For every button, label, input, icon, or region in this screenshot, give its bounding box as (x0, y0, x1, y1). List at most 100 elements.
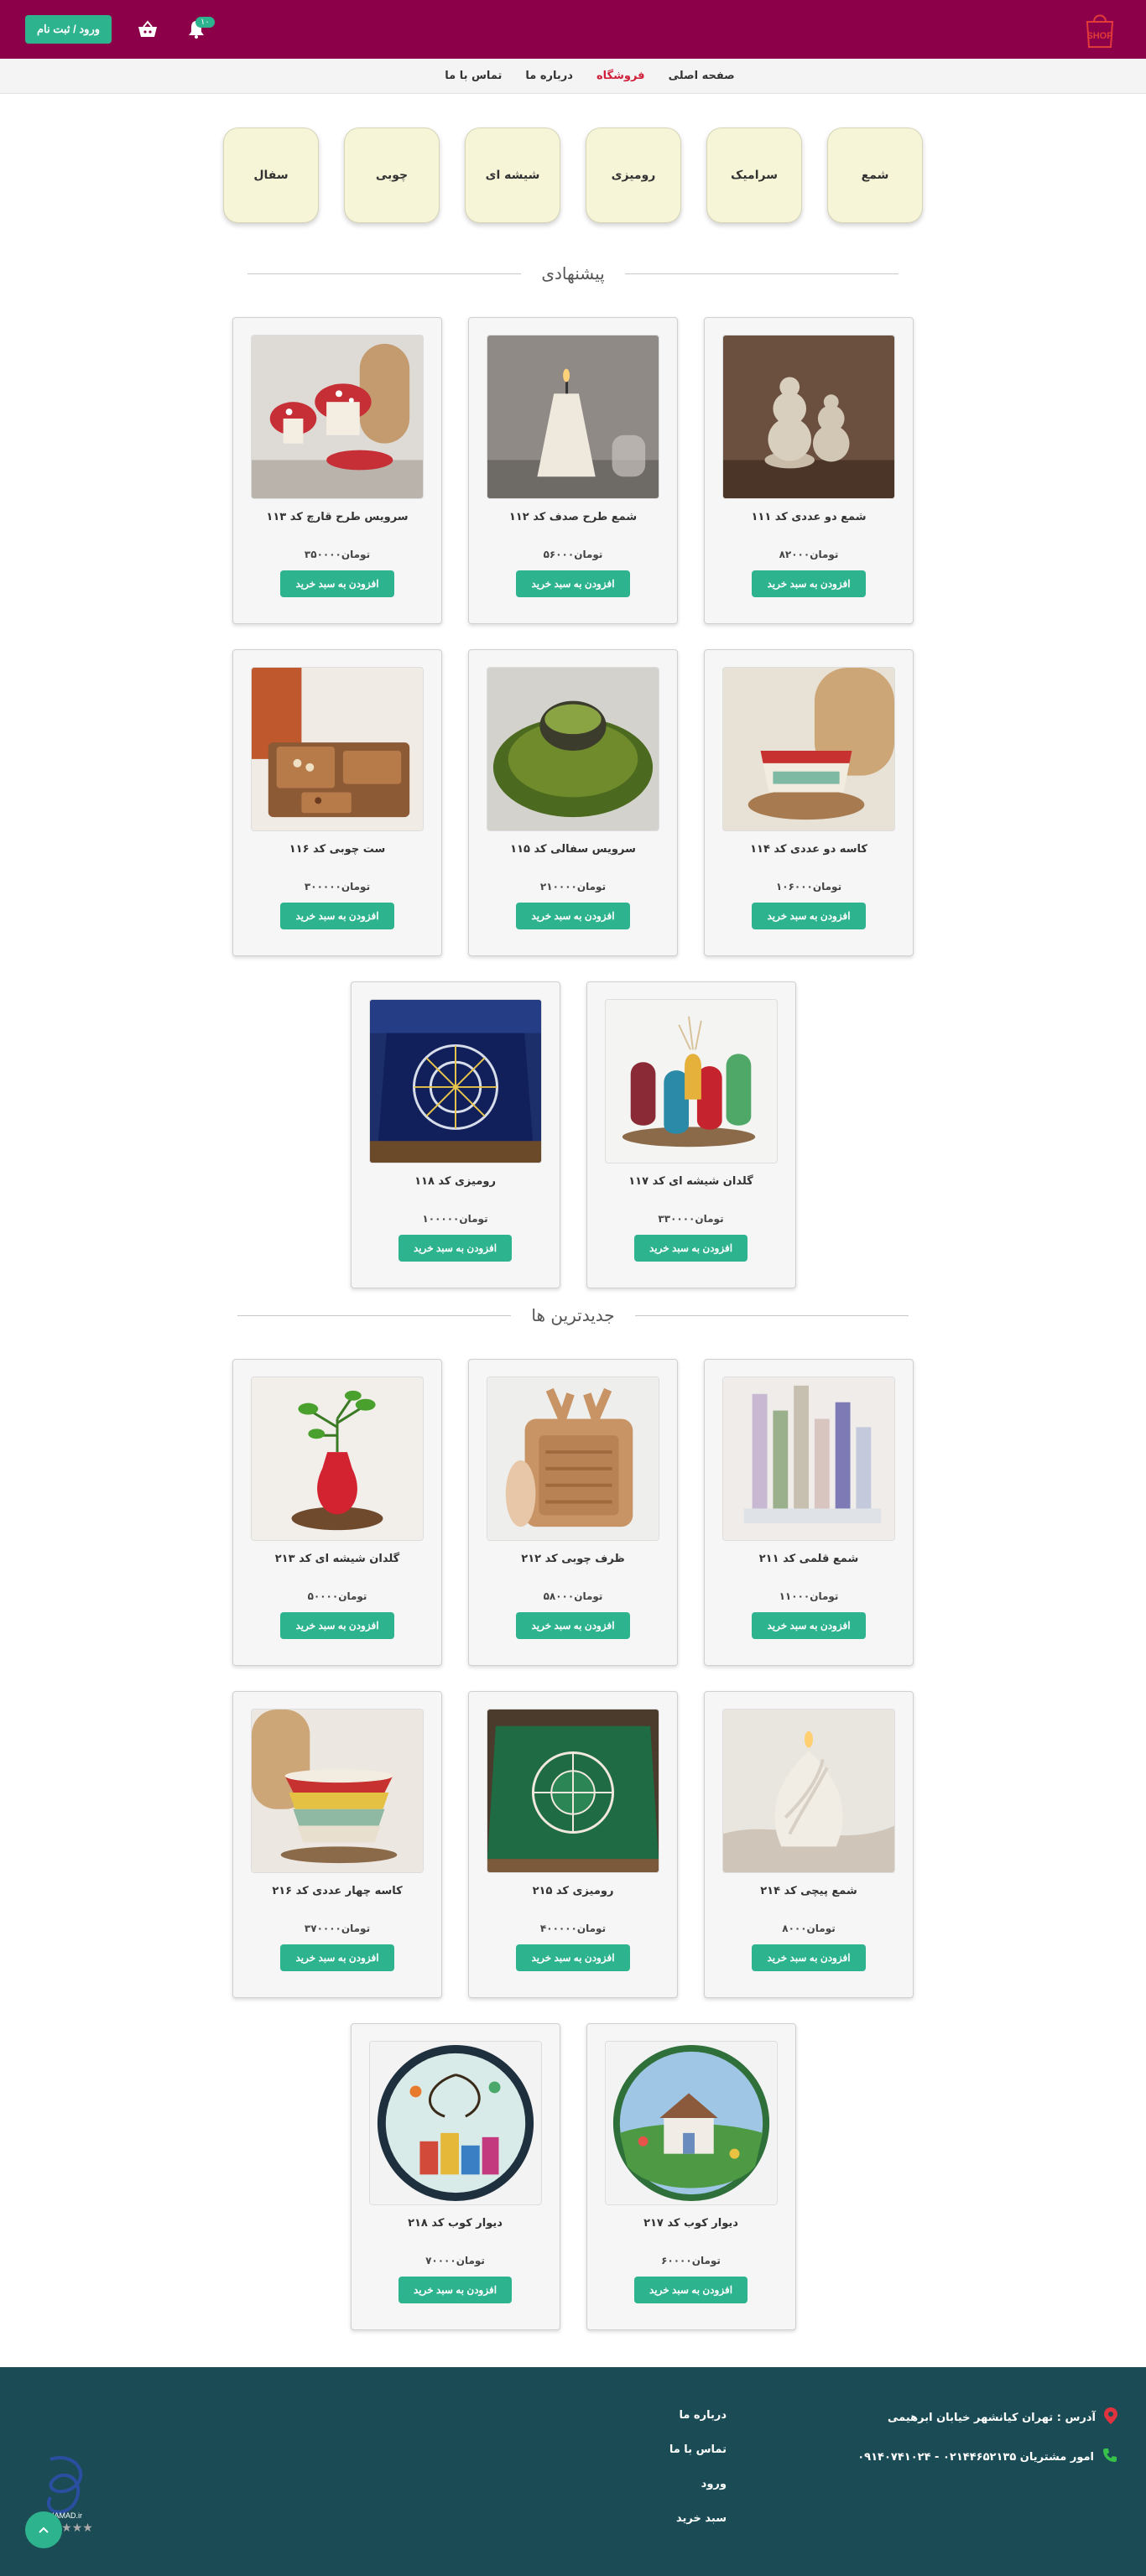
rating-stars-icon: ★★★ (61, 2521, 93, 2535)
footer-link[interactable]: درباره ما (626, 2409, 727, 2422)
add-to-cart-button[interactable]: افزودن به سبد خرید (752, 903, 866, 929)
product-row: دیوار کوب کد ۲۱۷ تومان۶۰۰۰۰ افزودن به سبد … (232, 2023, 914, 2330)
product-card: شمع قلمی کد ۲۱۱ تومان۱۱۰۰۰ افزودن به سبد خ… (704, 1359, 914, 1666)
product-image[interactable] (722, 1709, 895, 1873)
heading-divider (237, 1314, 512, 1316)
add-to-cart-button[interactable]: افزودن به سبد خرید (398, 2277, 513, 2303)
add-to-cart-button[interactable]: افزودن به سبد خرید (752, 1612, 866, 1639)
product-name[interactable]: گلدان شیشه ای کد ۱۱۷ (628, 1175, 753, 1188)
site-footer: آدرس : تهران کیانشهر خیابان ابرهیمی امور… (0, 2367, 1146, 2576)
product-card: دیوار کوب کد ۲۱۷ تومان۶۰۰۰۰ افزودن به سبد … (586, 2023, 796, 2330)
newest-heading: جدیدترین ها (237, 1305, 909, 1325)
product-image[interactable] (368, 999, 542, 1163)
product-name[interactable]: کاسه دو عددی کد ۱۱۴ (750, 843, 867, 856)
newest-title: جدیدترین ها (531, 1305, 615, 1325)
product-price: تومان۷۰۰۰۰ (425, 2255, 485, 2266)
header-actions: ورود / ثبت نام ۱۰ (25, 15, 215, 44)
product-price: تومان۵۸۰۰۰ (543, 1590, 603, 1602)
product-name[interactable]: شمع دو عددی کد ۱۱۱ (751, 511, 866, 523)
product-price: تومان۱۰۰۰۰۰ (422, 1213, 488, 1225)
chevron-up-icon (39, 2527, 49, 2533)
product-image[interactable] (368, 2041, 542, 2205)
product-image[interactable] (722, 667, 895, 831)
add-to-cart-button[interactable]: افزودن به سبد خرید (516, 570, 630, 597)
product-name[interactable]: دیوار کوب کد ۲۱۷ (643, 2217, 738, 2230)
product-card: دیوار کوب کد ۲۱۸ تومان۷۰۰۰۰ افزودن به سبد … (350, 2023, 560, 2330)
add-to-cart-button[interactable]: افزودن به سبد خرید (752, 1944, 866, 1971)
product-name[interactable]: شمع طرح صدف کد ۱۱۲ (509, 511, 637, 523)
product-image[interactable] (251, 1709, 424, 1873)
product-image[interactable] (487, 1376, 659, 1541)
category-tile[interactable]: سرامیک (706, 127, 802, 223)
product-image[interactable] (251, 335, 424, 499)
scroll-to-top-button[interactable] (25, 2511, 62, 2548)
add-to-cart-button[interactable]: افزودن به سبد خرید (633, 1235, 748, 1262)
product-image[interactable] (251, 1376, 424, 1541)
footer-contact-info: آدرس : تهران کیانشهر خیابان ابرهیمی امور… (857, 2407, 1117, 2486)
product-name[interactable]: گلدان شیشه ای کد ۲۱۳ (275, 1553, 400, 1565)
category-tile[interactable]: چوبی (344, 127, 440, 223)
logo-text: SHOP (1086, 31, 1112, 41)
add-to-cart-button[interactable]: افزودن به سبد خرید (516, 1944, 630, 1971)
add-to-cart-button[interactable]: افزودن به سبد خرید (280, 903, 394, 929)
add-to-cart-button[interactable]: افزودن به سبد خرید (633, 2277, 748, 2303)
product-name[interactable]: کاسه چهار عددی کد ۲۱۶ (272, 1885, 402, 1897)
category-tile[interactable]: رومیزی (586, 127, 681, 223)
footer-link[interactable]: ورود (626, 2478, 727, 2490)
product-card: گلدان شیشه ای کد ۱۱۷ تومان۳۳۰۰۰۰ افزودن به… (586, 981, 796, 1288)
notification-bell-icon[interactable]: ۱۰ (184, 17, 215, 42)
product-image[interactable] (604, 999, 778, 1163)
add-to-cart-button[interactable]: افزودن به سبد خرید (280, 1612, 394, 1639)
nav-link-2[interactable]: درباره ما (525, 70, 573, 82)
suggested-heading: پیشنهادی (247, 263, 899, 284)
product-card: شمع دو عددی کد ۱۱۱ تومان۸۲۰۰۰ افزودن به سب… (704, 317, 914, 624)
add-to-cart-button[interactable]: افزودن به سبد خرید (280, 1944, 394, 1971)
nav-link-1[interactable]: فروشگاه (596, 70, 645, 82)
product-image[interactable] (487, 667, 659, 831)
add-to-cart-button[interactable]: افزودن به سبد خرید (280, 570, 394, 597)
nav-link-3[interactable]: تماس با ما (445, 70, 502, 82)
product-card: رومیزی کد ۱۱۸ تومان۱۰۰۰۰۰ افزودن به سبد خر… (350, 981, 560, 1288)
product-price: تومان۵۶۰۰۰ (543, 549, 603, 560)
product-card: کاسه دو عددی کد ۱۱۴ تومان۱۰۶۰۰۰ افزودن به … (704, 649, 914, 956)
add-to-cart-button[interactable]: افزودن به سبد خرید (516, 903, 630, 929)
nav-link-0[interactable]: صفحه اصلی (669, 70, 735, 82)
product-card: رومیزی کد ۲۱۵ تومان۴۰۰۰۰۰ افزودن به سبد خر… (468, 1691, 678, 1998)
product-image[interactable] (251, 667, 424, 831)
add-to-cart-button[interactable]: افزودن به سبد خرید (752, 570, 866, 597)
product-image[interactable] (722, 335, 895, 499)
product-card: ظرف چوبی کد ۲۱۲ تومان۵۸۰۰۰ افزودن به سبد خ… (468, 1359, 678, 1666)
footer-link[interactable]: تماس با ما (626, 2443, 727, 2456)
product-name[interactable]: سرویس طرح قارچ کد ۱۱۳ (266, 511, 408, 523)
footer-phone: امور مشتریان ۰۲۱۴۴۶۵۲۱۳۵ - ۰۹۱۴۰۷۴۱۰۲۴ (857, 2448, 1117, 2466)
product-image[interactable] (487, 1709, 659, 1873)
product-image[interactable] (722, 1376, 895, 1541)
product-name[interactable]: ظرف چوبی کد ۲۱۲ (521, 1553, 624, 1565)
product-name[interactable]: شمع پیچی کد ۲۱۴ (760, 1885, 857, 1897)
product-image[interactable] (604, 2041, 778, 2205)
location-pin-icon (1104, 2407, 1117, 2428)
product-name[interactable]: دیوار کوب کد ۲۱۸ (408, 2217, 503, 2230)
top-header: ورود / ثبت نام ۱۰ SHOP (0, 0, 1146, 59)
product-name[interactable]: رومیزی کد ۲۱۵ (533, 1885, 614, 1897)
footer-link[interactable]: سبد خرید (626, 2512, 727, 2525)
product-name[interactable]: رومیزی کد ۱۱۸ (414, 1175, 496, 1188)
product-name[interactable]: شمع قلمی کد ۲۱۱ (759, 1553, 859, 1565)
product-price: تومان۸۰۰۰ (782, 1923, 836, 1934)
product-name[interactable]: ست چوبی کد ۱۱۶ (289, 843, 386, 856)
product-price: تومان۳۷۰۰۰۰ (304, 1923, 371, 1934)
heading-divider (624, 273, 899, 274)
shop-logo[interactable]: SHOP (1079, 8, 1121, 50)
cart-icon[interactable] (135, 17, 160, 42)
category-tile[interactable]: شیشه ای (465, 127, 560, 223)
product-price: تومان۲۱۰۰۰۰ (539, 881, 607, 892)
category-tile[interactable]: سفال (223, 127, 319, 223)
product-name[interactable]: سرویس سفالی کد ۱۱۵ (510, 843, 636, 856)
product-image[interactable] (487, 335, 659, 499)
add-to-cart-button[interactable]: افزودن به سبد خرید (516, 1612, 630, 1639)
product-price: تومان۱۰۶۰۰۰ (775, 881, 842, 892)
login-register-button[interactable]: ورود / ثبت نام (25, 15, 112, 44)
add-to-cart-button[interactable]: افزودن به سبد خرید (398, 1235, 513, 1262)
footer-links: درباره ما تماس با ما ورود سبد خرید (626, 2409, 727, 2547)
category-tile[interactable]: شمع (827, 127, 923, 223)
